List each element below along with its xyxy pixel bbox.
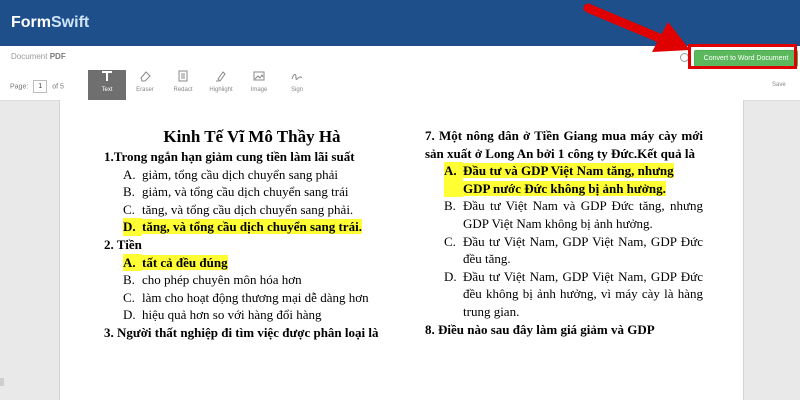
- option-letter: A.: [123, 166, 136, 182]
- highlighted-answer: tất cả đều đúng: [142, 254, 228, 270]
- option-text: hiệu quả hơn so với hàng đổi hàng: [142, 307, 322, 323]
- option-letter: C.: [123, 289, 135, 305]
- tool-eraser[interactable]: Eraser: [126, 70, 164, 100]
- red-arrow-icon: [583, 3, 690, 52]
- option-row: C. Đầu tư Việt Nam, GDP Việt Nam, GDP Đức…: [425, 233, 703, 268]
- option-letter: D.: [444, 268, 457, 284]
- document-name: Document PDF: [11, 52, 66, 61]
- option-text: tăng, và tổng cầu dịch chuyển sang phải.: [142, 201, 354, 217]
- document-page[interactable]: Kinh Tế Vĩ Mô Thầy Hà 1.Trong ngắn hạn g…: [59, 100, 744, 400]
- option-letter: A.: [444, 162, 463, 198]
- option-text: Đầu tư Việt Nam, GDP Việt Nam, GDP Đức đ…: [463, 268, 703, 319]
- tool-highlight[interactable]: Highlight: [202, 70, 240, 100]
- option-row: C. làm cho hoạt động thương mại dễ dàng h…: [104, 289, 400, 307]
- right-column: 7. Một nông dân ở Tiền Giang mua máy cày…: [425, 127, 703, 338]
- tool-image[interactable]: Image: [240, 70, 278, 100]
- option-text: Đầu tư Việt Nam, GDP Việt Nam, GDP Đức đ…: [463, 233, 703, 267]
- image-icon: [240, 70, 278, 87]
- page-navigator: Page: 1 of 5: [10, 80, 64, 93]
- highlighted-answer: Đầu tư và GDP Việt Nam tăng, nhưng GDP n…: [463, 163, 674, 196]
- left-column: Kinh Tế Vĩ Mô Thầy Hà 1.Trong ngắn hạn g…: [104, 127, 400, 342]
- option-text: giảm, tổng cầu dịch chuyển sang phải: [142, 166, 339, 182]
- tool-label: Eraser: [136, 87, 154, 93]
- tool-label: Text: [101, 87, 113, 93]
- option-letter: C.: [123, 201, 135, 217]
- page-label: Page:: [10, 83, 29, 91]
- correct-answer-row: A. Đầu tư và GDP Việt Nam tăng, nhưng GDP…: [425, 162, 703, 198]
- question-3: 3. Người thất nghiệp đi tìm việc được ph…: [104, 324, 379, 340]
- question-1: 1.Trong ngắn hạn giảm cung tiền làm lãi …: [104, 149, 355, 164]
- option-row: A. giảm, tổng cầu dịch chuyển sang phải: [104, 166, 400, 184]
- page-total: of 5: [52, 83, 64, 91]
- annotation-highlight-box: [688, 44, 797, 69]
- option-letter: A.: [123, 253, 142, 272]
- option-row: D. Đầu tư Việt Nam, GDP Việt Nam, GDP Đức…: [425, 268, 703, 321]
- question-7: 7. Một nông dân ở Tiền Giang mua máy cày…: [425, 128, 703, 161]
- option-row: B. cho phép chuyên môn hóa hơn: [104, 271, 400, 289]
- tool-redact[interactable]: Redact: [164, 70, 202, 100]
- option-row: B. Đầu tư Việt Nam và GDP Đức tăng, nhưng…: [425, 197, 703, 232]
- tool-text[interactable]: Text: [88, 70, 126, 100]
- logo-text-form: Form: [11, 14, 51, 31]
- option-letter: C.: [444, 233, 456, 249]
- document-label: Document: [11, 52, 48, 61]
- correct-answer-row: A. tất cả đều đúng: [104, 253, 400, 272]
- page-number-input[interactable]: 1: [33, 80, 48, 93]
- redact-icon: [164, 70, 202, 87]
- highlighted-answer: tăng, và tổng cầu dịch chuyển sang trái.: [142, 219, 362, 235]
- option-letter: D.: [123, 307, 136, 323]
- editor-toolbar: Page: 1 of 5 Text Eraser Redact Highligh…: [0, 70, 800, 101]
- document-type: PDF: [49, 52, 66, 61]
- eraser-icon: [126, 70, 164, 87]
- option-letter: B.: [123, 272, 135, 288]
- option-text: cho phép chuyên môn hóa hơn: [142, 272, 302, 288]
- tool-label: Image: [250, 87, 268, 93]
- tool-label: Highlight: [209, 87, 233, 93]
- logo-text-swift: Swift: [51, 14, 90, 31]
- formswift-logo[interactable]: FormSwift: [11, 12, 97, 33]
- option-row: D. hiệu quả hơn so với hàng đổi hàng: [104, 306, 400, 324]
- text-tool-icon: [88, 70, 126, 87]
- option-letter: B.: [444, 198, 456, 214]
- option-text: Đầu tư Việt Nam và GDP Đức tăng, nhưng G…: [463, 198, 703, 231]
- tool-label: Redact: [173, 87, 193, 93]
- option-letter: B.: [123, 184, 135, 200]
- save-button[interactable]: Save: [772, 82, 786, 88]
- correct-answer-row: D. tăng, và tổng cầu dịch chuyển sang trá…: [104, 218, 400, 236]
- option-letter: D.: [123, 218, 142, 236]
- page-title: Kinh Tế Vĩ Mô Thầy Hà: [163, 127, 341, 146]
- highlight-pen-icon: [202, 70, 240, 87]
- option-row: C. tăng, và tổng cầu dịch chuyển sang phả…: [104, 201, 400, 219]
- scrollbar-thumb[interactable]: [0, 378, 4, 386]
- option-row: B. giảm, và tổng cầu dịch chuyển sang trá…: [104, 183, 400, 201]
- question-8: 8. Điều nào sau đây làm giá giảm và GDP: [425, 321, 655, 337]
- question-2: 2. Tiền: [104, 236, 142, 252]
- tool-sign[interactable]: Sign: [278, 70, 316, 100]
- tool-label: Sign: [290, 87, 303, 93]
- option-text: giảm, và tổng cầu dịch chuyển sang trái: [142, 184, 349, 200]
- option-text: làm cho hoạt động thương mại dễ dàng hơn: [142, 289, 369, 305]
- signature-icon: [278, 70, 316, 87]
